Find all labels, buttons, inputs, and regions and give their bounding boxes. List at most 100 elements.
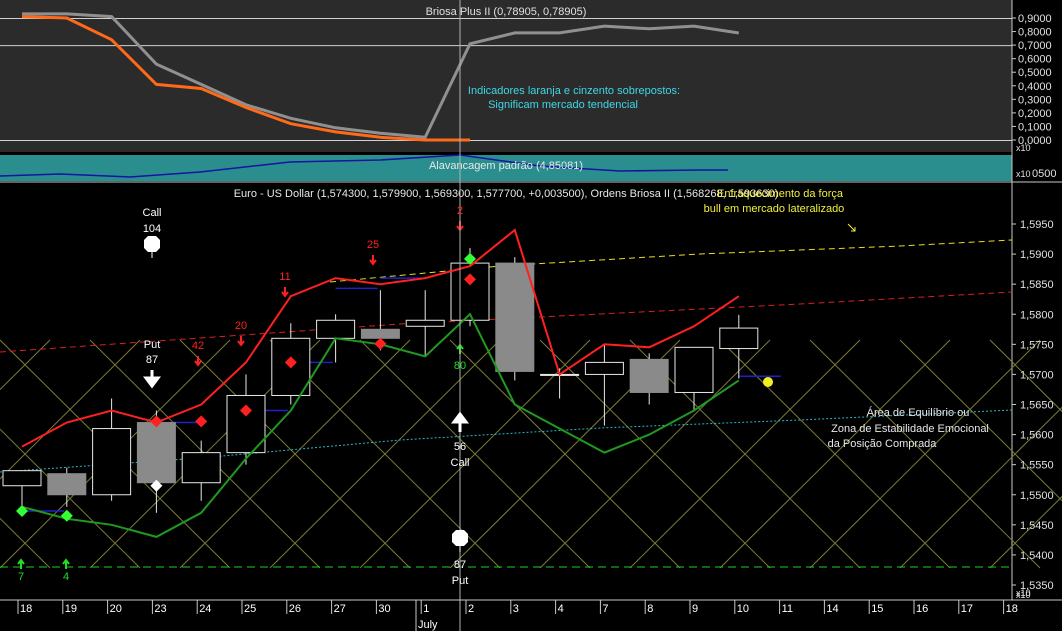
candle-body bbox=[360, 328, 400, 339]
main-y-tick-label: 1,5750 bbox=[1020, 339, 1054, 351]
x-tick-label: 24 bbox=[199, 603, 211, 615]
overlay-note-arrow bbox=[847, 223, 856, 232]
candle-body bbox=[92, 428, 132, 496]
x-tick-label: 11 bbox=[782, 603, 793, 615]
overlay-note-line1: Enfraquecimento da força bbox=[717, 188, 844, 200]
chart-canvas: Briosa Plus II (0,78905, 0,78905) Indica… bbox=[0, 0, 1062, 631]
candlesticks bbox=[2, 248, 759, 513]
main-y-tick-label: 1,5900 bbox=[1020, 249, 1054, 261]
main-y-tick-label: 1,5850 bbox=[1020, 279, 1054, 291]
candle-body bbox=[450, 262, 490, 321]
x-tick-label: 23 bbox=[154, 603, 166, 615]
stop-icon bbox=[144, 236, 160, 258]
candle-body bbox=[719, 327, 759, 350]
signal-n25: 25 bbox=[367, 239, 379, 251]
call-arrow-up-icon bbox=[451, 411, 469, 432]
x-axis: 18 19 20 23 24 25 26 27 30 1 2 3 4 7 8 9 10 11 14 15 16 17 18 … bbox=[0, 590, 1062, 631]
signal-n7: 7 bbox=[18, 571, 24, 583]
x-tick-label: 9 bbox=[692, 603, 698, 615]
signal-n2: 2 bbox=[457, 205, 463, 217]
top-y-tick-label: 0,9000 bbox=[1018, 13, 1052, 25]
x-tick-label: 8 bbox=[647, 603, 653, 615]
zone-note-line3: da Posição Comprada bbox=[828, 438, 938, 450]
top-panel-bg bbox=[0, 0, 1012, 152]
x-tick-label: 17 bbox=[961, 603, 973, 615]
green-arrow-up-icon bbox=[62, 558, 70, 569]
x-tick-label: 15 bbox=[871, 603, 883, 615]
x-tick-label: 19 bbox=[65, 603, 77, 615]
signal-n80: 80 bbox=[454, 360, 466, 372]
top-y-tick-label: 0,5000 bbox=[1018, 67, 1052, 79]
main-y-tick-label: 1,5400 bbox=[1020, 550, 1054, 562]
candle-body bbox=[405, 319, 445, 327]
blue-order-segments bbox=[22, 277, 781, 512]
signal-n11: 11 bbox=[279, 271, 290, 283]
candle-body bbox=[181, 452, 221, 484]
main-y-tick-label: 1,5950 bbox=[1020, 219, 1054, 231]
signal-call-104-label: Call bbox=[143, 207, 162, 219]
signal-put-87-label: Put bbox=[144, 339, 161, 351]
main-y-tick-label: 1,5800 bbox=[1020, 309, 1054, 321]
x-tick-label: 16 bbox=[916, 603, 928, 615]
x-tick-label: 18 bbox=[1006, 603, 1018, 615]
x-tick-label: 4 bbox=[558, 603, 564, 615]
x-tick-label: 18 bbox=[20, 603, 32, 615]
main-y-tick-label: 1,5600 bbox=[1020, 430, 1054, 442]
green-arrow-up-icon bbox=[17, 558, 25, 569]
zone-note-line2: Zona de Estabilidade Emocional bbox=[831, 423, 989, 435]
x-axis-scale-tag: x10 bbox=[1016, 590, 1031, 600]
green-diamond-marker bbox=[16, 504, 28, 517]
candle-body bbox=[584, 361, 624, 375]
put-arrow-down-icon bbox=[143, 370, 161, 389]
candle-body bbox=[47, 473, 87, 496]
candle-body bbox=[2, 470, 42, 487]
red-arrow-down-icon bbox=[369, 255, 377, 266]
x-tick-label: 7 bbox=[602, 603, 608, 615]
x-tick-label: 26 bbox=[289, 603, 301, 615]
top-y-tick-label: 0,7000 bbox=[1018, 40, 1052, 52]
top-y-tick-label: 0,8000 bbox=[1018, 27, 1052, 39]
main-y-axis: 1,5950 1,5900 1,5850 1,5800 1,5750 1,5700 1,56… bbox=[1012, 219, 1054, 592]
top-panel: Briosa Plus II (0,78905, 0,78905) Indica… bbox=[0, 0, 1052, 153]
signal-n20: 20 bbox=[235, 320, 247, 332]
signal-put-87-count: 87 bbox=[146, 354, 158, 366]
candle-body bbox=[674, 346, 714, 393]
current-price-dot bbox=[763, 377, 773, 387]
signal-n42: 42 bbox=[192, 340, 204, 352]
red-arrow-down-icon bbox=[281, 287, 289, 298]
mid-panel-scale-tag: x10 bbox=[1016, 169, 1031, 179]
x-tick-label: 1 bbox=[423, 603, 429, 615]
main-panel-title: Euro - US Dollar (1,574300, 1,579900, 1,… bbox=[234, 188, 779, 200]
signal-n4: 4 bbox=[63, 571, 69, 583]
x-tick-label: 2 bbox=[468, 603, 474, 615]
stop-icon-2 bbox=[452, 530, 468, 552]
candle-body bbox=[495, 262, 535, 372]
top-panel-scale-tag: x10 bbox=[1016, 143, 1031, 153]
x-tick-label: 30 bbox=[378, 603, 390, 615]
candle-body bbox=[136, 422, 176, 484]
candle-body bbox=[316, 319, 356, 339]
x-tick-label: 14 bbox=[826, 603, 838, 615]
signal-put-87b-label: Put bbox=[452, 575, 469, 587]
overlay-note-line2: bull em mercado lateralizado bbox=[704, 203, 845, 215]
mid-panel: Alavancagem padrão (4,85081) x10 0500 bbox=[0, 154, 1056, 181]
x-tick-label: 20 bbox=[110, 603, 122, 615]
x-axis-month: July bbox=[418, 619, 438, 631]
top-panel-title: Briosa Plus II (0,78905, 0,78905) bbox=[426, 6, 587, 18]
candle-body bbox=[629, 358, 669, 393]
red-diamond-marker bbox=[195, 415, 208, 428]
x-tick-label: 10 bbox=[737, 603, 749, 615]
top-y-tick-label: 0,3000 bbox=[1018, 94, 1052, 106]
top-panel-note-line2: Significam mercado tendencial bbox=[488, 99, 638, 111]
main-y-tick-label: 1,5650 bbox=[1020, 400, 1054, 412]
top-y-tick-label: 0,2000 bbox=[1018, 108, 1052, 120]
x-tick-label: 27 bbox=[334, 603, 346, 615]
mid-panel-y-tick: 0500 bbox=[1032, 168, 1056, 180]
top-y-tick-label: 0,1000 bbox=[1018, 121, 1052, 133]
x-tick-label: 25 bbox=[244, 603, 256, 615]
zone-note-line1: Área de Equilíbrio ou bbox=[867, 406, 970, 419]
main-y-tick-label: 1,5700 bbox=[1020, 369, 1054, 381]
red-diamond-marker bbox=[374, 337, 387, 350]
signal-put-87b-count: 87 bbox=[454, 559, 466, 571]
signal-call-56-label: Call bbox=[451, 457, 470, 469]
